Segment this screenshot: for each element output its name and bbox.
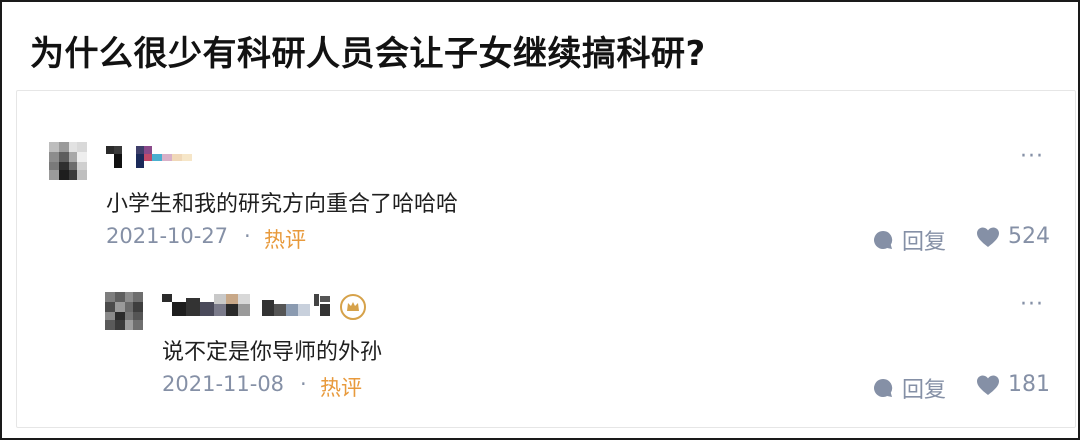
more-options-button[interactable]: ··· — [1020, 144, 1044, 169]
username-pixelated[interactable] — [162, 294, 334, 316]
meta-separator: · — [300, 372, 307, 396]
crown-badge-icon — [340, 294, 366, 320]
username-pixelated[interactable] — [106, 146, 206, 168]
question-title: 为什么很少有科研人员会让子女继续搞科研? — [30, 34, 706, 74]
like-button[interactable]: 524 — [976, 224, 1050, 249]
comment-text: 小学生和我的研究方向重合了哈哈哈 — [106, 192, 459, 217]
reply-button[interactable]: 回复 — [872, 372, 946, 404]
reply-label: 回复 — [902, 230, 947, 255]
heart-icon — [976, 374, 1000, 396]
reply-button[interactable]: 回复 — [872, 224, 946, 256]
comment-date: 2021-11-08 — [162, 372, 285, 396]
avatar[interactable] — [105, 292, 143, 330]
like-button[interactable]: 181 — [976, 372, 1050, 397]
speech-bubble-icon — [872, 377, 894, 399]
like-count: 524 — [1008, 224, 1050, 249]
reply-label: 回复 — [902, 378, 947, 403]
comment-date: 2021-10-27 — [106, 224, 229, 248]
speech-bubble-icon — [872, 229, 894, 251]
avatar[interactable] — [49, 142, 87, 180]
hot-comment-tag: 热评 — [264, 228, 306, 252]
heart-icon — [976, 226, 1000, 248]
comment-text: 说不定是你导师的外孙 — [162, 340, 383, 365]
meta-separator: · — [244, 224, 251, 248]
like-count: 181 — [1008, 372, 1050, 397]
hot-comment-tag: 热评 — [320, 376, 362, 400]
more-options-button[interactable]: ··· — [1020, 292, 1044, 317]
